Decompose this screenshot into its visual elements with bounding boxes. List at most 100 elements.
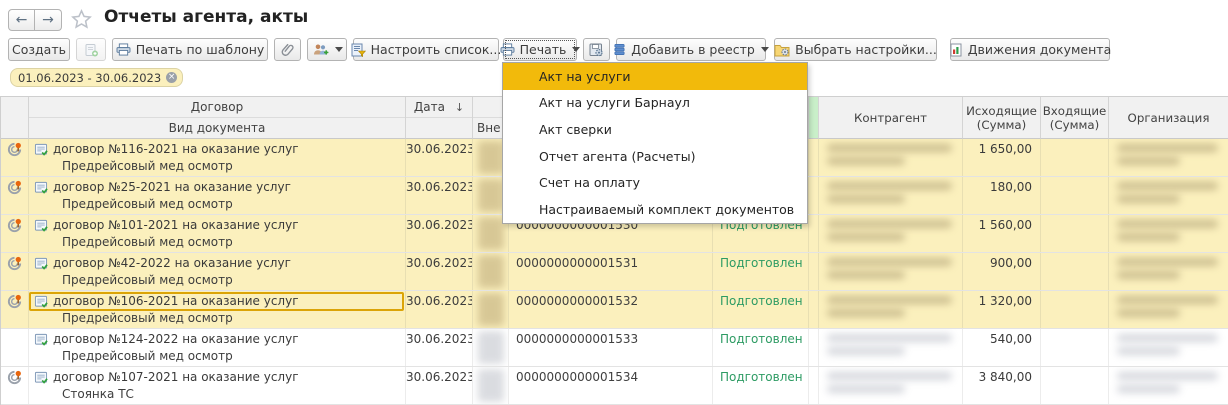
incoming-sum-cell[interactable]: [1041, 291, 1109, 328]
remove-filter-icon[interactable]: ×: [166, 72, 177, 83]
number-cell[interactable]: 0000000000001532: [509, 291, 713, 328]
table-row[interactable]: договор №106-2021 на оказание услугПредр…: [1, 291, 1228, 329]
indicator-cell: [809, 177, 819, 214]
create-button[interactable]: Создать: [8, 38, 70, 61]
header-outgoing-sum[interactable]: Исходящие(Сумма): [963, 97, 1041, 139]
dropdown-caret-icon: [335, 47, 343, 52]
contract-name: договор №106-2021 на оказание услуг: [53, 294, 299, 308]
menu-item-schet-na-oplatu[interactable]: Счет на оплату: [503, 169, 807, 196]
date-cell[interactable]: 30.06.2023: [406, 329, 473, 366]
table-row[interactable]: договор №42-2022 на оказание услугПредре…: [1, 253, 1228, 291]
menu-item-otchet-agenta[interactable]: Отчет агента (Расчеты): [503, 143, 807, 170]
favorite-star-icon[interactable]: [70, 8, 94, 32]
document-kind: Предрейсовый мед осмотр: [34, 348, 401, 365]
date-cell[interactable]: 30.06.2023: [406, 367, 473, 404]
status-cell[interactable]: Подготовлен: [713, 291, 809, 328]
add-to-registry-button[interactable]: Добавить в реестр: [616, 38, 766, 61]
redacted-organization: [1109, 329, 1228, 366]
document-movements-button[interactable]: Движения документа: [950, 38, 1110, 61]
number-cell[interactable]: 0000000000001533: [509, 329, 713, 366]
status-cell[interactable]: Подготовлен: [713, 367, 809, 404]
redacted-contragent: [819, 139, 963, 176]
redacted-contragent: [819, 291, 963, 328]
redacted-external-number: [473, 253, 509, 290]
header-icon-column[interactable]: [1, 97, 29, 139]
pin-icon: [6, 369, 23, 386]
contract-name: договор №107-2021 на оказание услуг: [53, 370, 299, 384]
redacted-contragent: [819, 367, 963, 404]
outgoing-sum-cell[interactable]: 1 560,00: [963, 215, 1041, 252]
date-cell[interactable]: 30.06.2023: [406, 291, 473, 328]
indicator-cell: [809, 329, 819, 366]
document-kind: Стоянка ТС: [34, 386, 401, 403]
outgoing-sum-cell[interactable]: 180,00: [963, 177, 1041, 214]
copy-document-icon: [84, 43, 99, 57]
number-cell[interactable]: 0000000000001531: [509, 253, 713, 290]
redacted-organization: [1109, 215, 1228, 252]
period-filter-value: 01.06.2023 - 30.06.2023: [18, 71, 161, 85]
outgoing-sum-cell[interactable]: 1 650,00: [963, 139, 1041, 176]
configure-list-button[interactable]: Настроить список...: [353, 38, 499, 61]
date-cell[interactable]: 30.06.2023: [406, 215, 473, 252]
outgoing-sum-cell[interactable]: 1 320,00: [963, 291, 1041, 328]
menu-item-act-uslugi-barnaul[interactable]: Акт на услуги Барнаул: [503, 90, 807, 117]
redacted-contragent: [819, 329, 963, 366]
header-green-indicator[interactable]: [809, 97, 819, 139]
incoming-sum-cell[interactable]: [1041, 139, 1109, 176]
page-title: Отчеты агента, акты: [104, 7, 308, 27]
header-organization[interactable]: Организация: [1109, 97, 1228, 139]
incoming-sum-cell[interactable]: [1041, 177, 1109, 214]
number-cell[interactable]: 0000000000001534: [509, 367, 713, 404]
document-icon: [34, 219, 48, 232]
contract-name: договор №101-2021 на оказание услуг: [53, 218, 299, 232]
contract-name: договор №42-2022 на оказание услуг: [53, 256, 291, 270]
printer-icon: [116, 43, 131, 56]
incoming-sum-cell[interactable]: [1041, 329, 1109, 366]
contract-name: договор №25-2021 на оказание услуг: [53, 180, 291, 194]
table-row[interactable]: договор №124-2022 на оказание услугПредр…: [1, 329, 1228, 367]
redacted-contragent: [819, 215, 963, 252]
date-cell[interactable]: 30.06.2023: [406, 253, 473, 290]
incoming-sum-cell[interactable]: [1041, 253, 1109, 290]
configure-list-icon: [351, 43, 366, 57]
people-add-icon: [312, 43, 329, 57]
pin-icon: [6, 179, 23, 196]
date-cell[interactable]: 30.06.2023: [406, 177, 473, 214]
add-user-button[interactable]: [307, 38, 347, 61]
outgoing-sum-cell[interactable]: 3 840,00: [963, 367, 1041, 404]
print-by-template-button[interactable]: Печать по шаблону: [112, 38, 268, 61]
pin-icon: [6, 141, 23, 158]
period-filter-chip[interactable]: 01.06.2023 - 30.06.2023 ×: [10, 68, 183, 87]
menu-item-act-sverki[interactable]: Акт сверки: [503, 116, 807, 143]
dropdown-caret-icon: [572, 47, 580, 52]
select-settings-button[interactable]: Выбрать настройки...: [774, 38, 937, 61]
back-button[interactable]: ←: [8, 9, 35, 31]
header-date[interactable]: Дата↓: [406, 97, 473, 139]
save-settings-button[interactable]: [583, 38, 610, 61]
forward-button[interactable]: →: [35, 9, 62, 31]
incoming-sum-cell[interactable]: [1041, 367, 1109, 404]
outgoing-sum-cell[interactable]: 900,00: [963, 253, 1041, 290]
attachment-button[interactable]: [274, 38, 301, 61]
header-contract[interactable]: Договор Вид документа: [29, 97, 406, 139]
status-cell[interactable]: Подготовлен: [713, 253, 809, 290]
nav-buttons: ← →: [8, 9, 62, 31]
status-cell[interactable]: Подготовлен: [713, 329, 809, 366]
menu-item-komplekt-dokumentov[interactable]: Настраиваемый комплект документов: [503, 196, 807, 223]
table-row[interactable]: договор №107-2021 на оказание услуг Стоян…: [1, 367, 1228, 405]
incoming-sum-cell[interactable]: [1041, 215, 1109, 252]
redacted-external-number: [473, 329, 509, 366]
indicator-cell: [809, 139, 819, 176]
header-incoming-sum[interactable]: Входящие(Сумма): [1041, 97, 1109, 139]
date-cell[interactable]: 30.06.2023: [406, 139, 473, 176]
redacted-organization: [1109, 139, 1228, 176]
print-menu-button[interactable]: Печать: [503, 38, 577, 61]
toolbar: Создать Печать по шаблону: [8, 38, 1110, 61]
header-contragent[interactable]: Контрагент: [819, 97, 963, 139]
copy-button[interactable]: [76, 38, 106, 61]
dropdown-caret-icon: [761, 47, 769, 52]
app-window: ← → Отчеты агента, акты Создать Печать п…: [0, 0, 1228, 405]
redacted-organization: [1109, 367, 1228, 404]
outgoing-sum-cell[interactable]: 540,00: [963, 329, 1041, 366]
menu-item-act-uslugi[interactable]: Акт на услуги: [503, 63, 807, 90]
